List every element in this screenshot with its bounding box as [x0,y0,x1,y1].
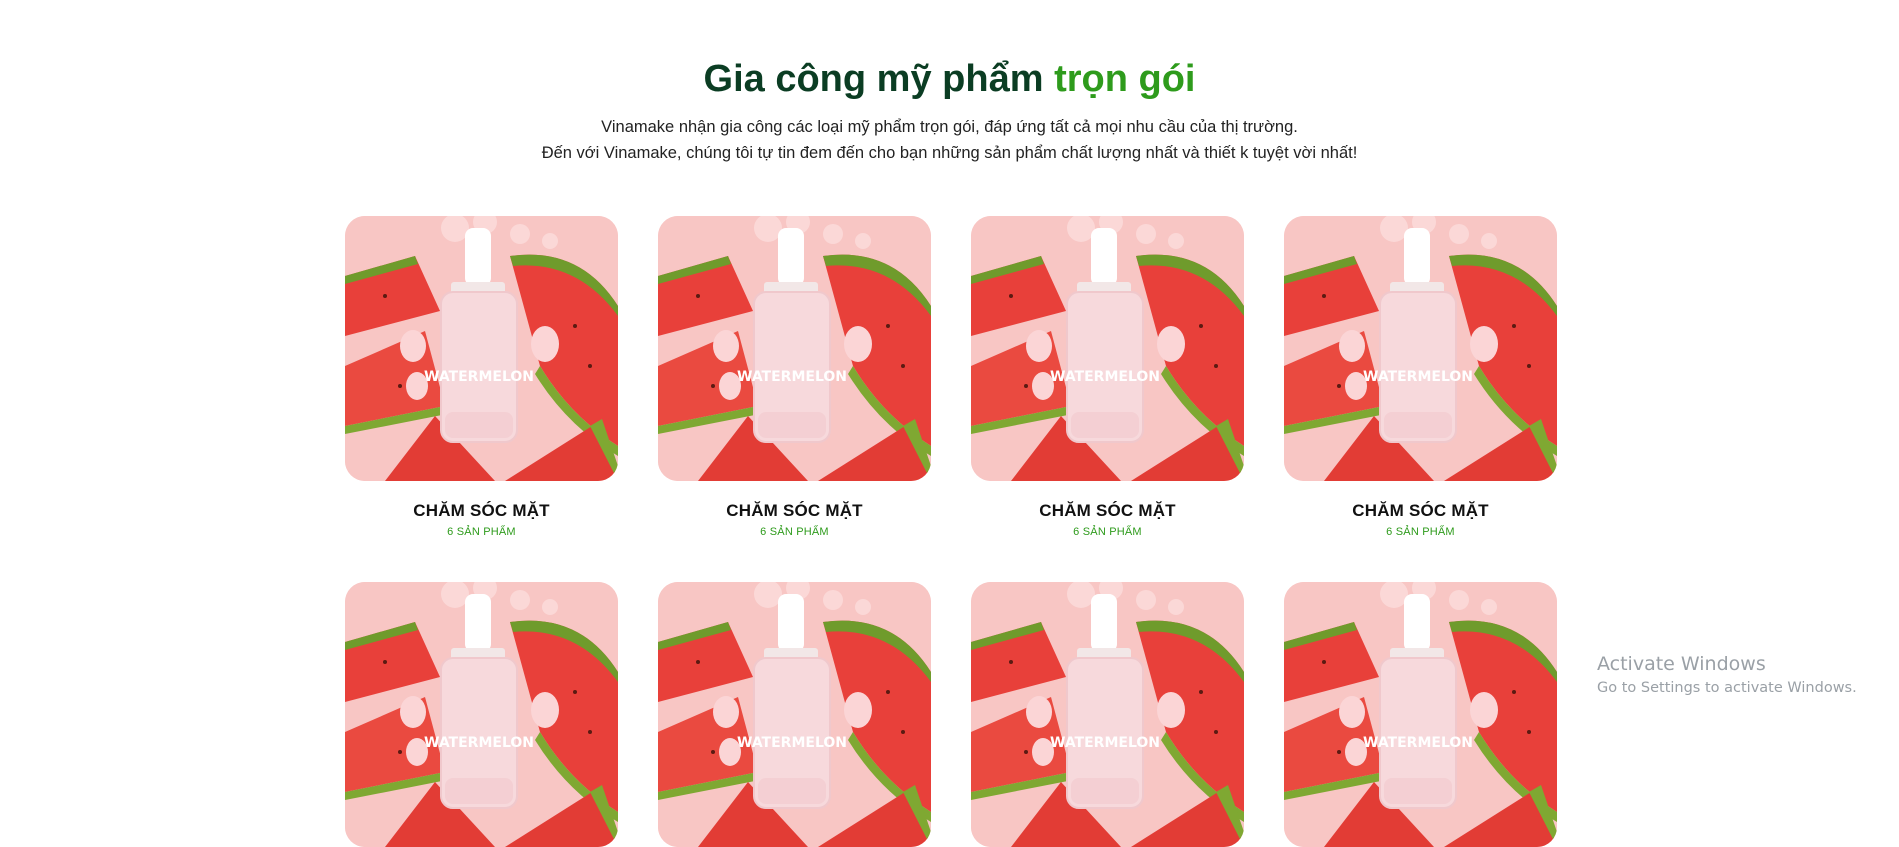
category-card[interactable] [971,582,1244,847]
category-title[interactable]: CHĂM SÓC MẶT [971,501,1244,521]
subtitle-line-1: Vinamake nhận gia công các loại mỹ phẩm … [601,118,1298,136]
category-count: 6 SẢN PHẨM [1386,526,1455,538]
category-image[interactable] [658,216,931,481]
category-image[interactable] [971,216,1244,481]
section-subtitle: Vinamake nhận gia công các loại mỹ phẩm … [0,114,1899,166]
category-title[interactable]: CHĂM SÓC MẶT [658,501,931,521]
windows-activation-watermark: Activate Windows Go to Settings to activ… [1597,652,1857,698]
category-image[interactable] [658,582,931,847]
section-title-accent: trọn gói [1054,58,1196,100]
category-image[interactable] [1284,216,1557,481]
category-image[interactable] [345,582,618,847]
category-image[interactable] [1284,582,1557,847]
watermark-title: Activate Windows [1597,653,1766,675]
category-count: 6 SẢN PHẨM [1073,526,1142,538]
category-card[interactable]: CHĂM SÓC MẶT 6 SẢN PHẨM [658,216,931,539]
category-card[interactable]: CHĂM SÓC MẶT 6 SẢN PHẨM [971,216,1244,539]
section-title: Gia công mỹ phẩm trọn gói [0,56,1899,102]
category-count: 6 SẢN PHẨM [760,526,829,538]
watermark-subtitle: Go to Settings to activate Windows. [1597,680,1857,696]
category-image[interactable] [345,216,618,481]
category-card[interactable] [345,582,618,847]
subtitle-line-2: Đến với Vinamake, chúng tôi tự tin đem đ… [541,144,1358,162]
category-title[interactable]: CHĂM SÓC MẶT [345,501,618,521]
category-title[interactable]: CHĂM SÓC MẶT [1284,501,1557,521]
category-card[interactable] [1284,582,1557,847]
category-count: 6 SẢN PHẨM [447,526,516,538]
category-card[interactable] [658,582,931,847]
category-card[interactable]: CHĂM SÓC MẶT 6 SẢN PHẨM [345,216,618,539]
category-card[interactable]: CHĂM SÓC MẶT 6 SẢN PHẨM [1284,216,1557,539]
section-title-main: Gia công mỹ phẩm [703,58,1044,100]
category-image[interactable] [971,582,1244,847]
